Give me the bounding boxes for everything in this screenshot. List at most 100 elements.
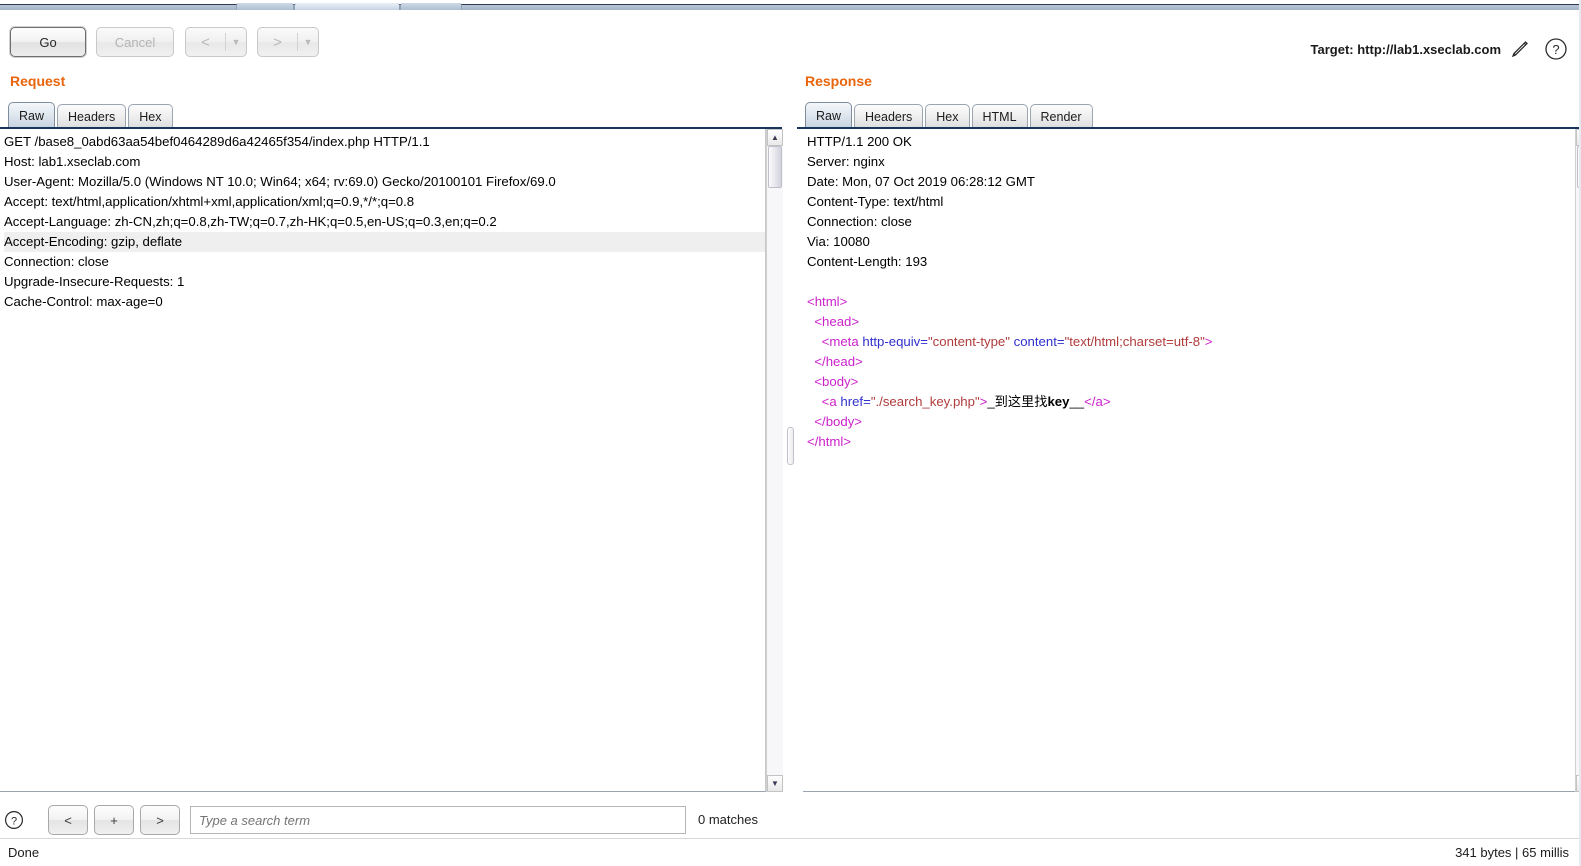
panel-splitter[interactable]: [783, 65, 796, 800]
top-tab-rail: [0, 0, 1581, 13]
scroll-up-icon[interactable]: ▲: [767, 129, 783, 146]
search-next-button[interactable]: >: [140, 805, 180, 835]
chevron-right-icon: >: [273, 33, 282, 51]
request-tabstrip: Raw Headers Hex: [8, 102, 175, 128]
token-val: "content-type": [927, 334, 1010, 349]
token-attr: href=: [840, 394, 871, 409]
tab-request-headers[interactable]: Headers: [57, 104, 127, 128]
tab-label: Headers: [68, 109, 116, 124]
response-body-line: <head>: [807, 312, 1212, 332]
request-line: Accept-Encoding: gzip, deflate: [4, 232, 765, 252]
response-body-line: </html>: [807, 432, 1212, 452]
scroll-down-icon[interactable]: ▼: [767, 775, 783, 792]
pencil-icon[interactable]: [1507, 36, 1533, 62]
token-tag: >: [1204, 334, 1213, 349]
response-raw-editor[interactable]: HTTP/1.1 200 OK Server: nginx Date: Mon, 0…: [803, 129, 1575, 792]
response-body-line: </body>: [807, 412, 1212, 432]
tab-request-hex[interactable]: Hex: [128, 104, 173, 128]
response-body-line: <body>: [807, 372, 1212, 392]
request-line: Accept: text/html,application/xhtml+xml,…: [4, 194, 415, 209]
chevron-left-icon: <: [201, 33, 210, 51]
response-title: Response: [805, 73, 872, 89]
request-match-count: 0 matches: [698, 812, 758, 827]
response-body-line: <html>: [807, 292, 1212, 312]
status-metrics: 341 bytes | 65 millis: [1455, 845, 1569, 860]
repeater-toolbar: Go Cancel < ▼ > ▼ Target: http://lab1.xs…: [0, 10, 1581, 65]
help-icon[interactable]: ?: [1543, 36, 1569, 62]
tab-label: Render: [1040, 109, 1082, 124]
scroll-thumb[interactable]: [768, 146, 782, 188]
top-tab-stub[interactable]: [236, 3, 294, 10]
forward-button: > ▼: [257, 27, 319, 57]
tab-response-headers[interactable]: Headers: [854, 104, 924, 128]
request-line: Upgrade-Insecure-Requests: 1: [4, 274, 185, 289]
top-tab-stub-2[interactable]: [400, 3, 462, 10]
token-val: "text/html;charset=utf-8": [1064, 334, 1205, 349]
top-tab-stub-active[interactable]: [294, 3, 400, 10]
response-header-line: Connection: close: [807, 214, 912, 229]
token-val: "./search_key.php": [870, 394, 980, 409]
request-search-bar: ? < + > 0 matches: [0, 800, 782, 842]
request-panel: Request Raw Headers Hex GET /base8_0abd63a…: [0, 65, 783, 835]
status-bar: Done 341 bytes | 65 millis: [0, 838, 1581, 866]
request-line: Cache-Control: max-age=0: [4, 294, 163, 309]
splitter-grip[interactable]: [787, 427, 794, 465]
request-line: GET /base8_0abd63aa54bef0464289d6a42465f…: [4, 134, 430, 149]
response-blank-line: [807, 272, 1212, 292]
tab-response-render[interactable]: Render: [1029, 104, 1093, 128]
chevron-down-icon: ▼: [231, 37, 241, 47]
request-vertical-scrollbar[interactable]: ▲ ▼: [766, 129, 783, 792]
tab-response-hex[interactable]: Hex: [925, 104, 970, 128]
tab-label: Raw: [19, 108, 45, 123]
token-bold: key: [1047, 394, 1070, 409]
tab-response-raw[interactable]: Raw: [805, 102, 853, 128]
response-panel: Response Raw Headers Hex HTML Render HTTP/1.…: [797, 65, 1581, 800]
request-line: Host: lab1.xseclab.com: [4, 154, 141, 169]
token-tag: <html>: [807, 294, 848, 309]
chevron-down-icon: ▼: [303, 37, 313, 47]
tab-label: Hex: [936, 109, 959, 124]
svg-text:?: ?: [11, 816, 17, 828]
token-tag: </html>: [807, 434, 851, 449]
scroll-track[interactable]: [767, 146, 783, 775]
token-text: _到这里找: [987, 394, 1048, 409]
response-header-line: Date: Mon, 07 Oct 2019 06:28:12 GMT: [807, 174, 1035, 189]
cancel-button: Cancel: [96, 27, 174, 57]
request-raw-editor[interactable]: GET /base8_0abd63aa54bef0464289d6a42465f…: [0, 129, 766, 792]
back-button: < ▼: [185, 27, 247, 57]
search-prev-button[interactable]: <: [48, 805, 88, 835]
token-tag: <body>: [814, 374, 859, 389]
response-header-line: Server: nginx: [807, 154, 885, 169]
response-header-line: Content-Length: 193: [807, 254, 928, 269]
tab-response-html[interactable]: HTML: [971, 104, 1028, 128]
token-attr: content=: [1013, 334, 1065, 349]
token-attr: http-equiv=: [862, 334, 928, 349]
response-header-line: Content-Type: text/html: [807, 194, 944, 209]
response-header-line: HTTP/1.1 200 OK: [807, 134, 912, 149]
help-icon[interactable]: ?: [4, 810, 24, 830]
svg-text:?: ?: [1552, 42, 1559, 57]
response-raw-text: HTTP/1.1 200 OK Server: nginx Date: Mon, 0…: [807, 132, 1212, 452]
status-text: Done: [8, 845, 40, 860]
tab-label: HTML: [982, 109, 1017, 124]
token-tag: </body>: [814, 414, 862, 429]
go-button[interactable]: Go: [10, 27, 86, 57]
burp-repeater-window: Go Cancel < ▼ > ▼ Target: http://lab1.xs…: [0, 0, 1581, 866]
search-add-button[interactable]: +: [94, 805, 134, 835]
tab-label: Headers: [865, 109, 913, 124]
response-body-line: <meta http-equiv="content-type" content=…: [807, 332, 1213, 352]
tab-request-raw[interactable]: Raw: [8, 102, 56, 128]
tab-label: Hex: [139, 109, 162, 124]
request-line: Connection: close: [4, 254, 109, 269]
token-text: __: [1069, 394, 1085, 409]
request-line: User-Agent: Mozilla/5.0 (Windows NT 10.0…: [4, 174, 556, 189]
tab-label: Raw: [816, 108, 842, 123]
target-label: Target: http://lab1.xseclab.com: [1310, 42, 1501, 57]
response-tabstrip: Raw Headers Hex HTML Render: [805, 102, 1095, 128]
token-tag: <head>: [814, 314, 860, 329]
token-tag: <meta: [821, 334, 859, 349]
request-search-input[interactable]: [190, 806, 686, 834]
response-header-line: Via: 10080: [807, 234, 870, 249]
